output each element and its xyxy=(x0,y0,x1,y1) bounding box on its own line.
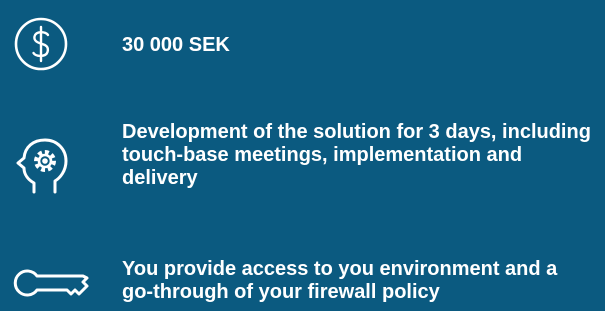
price-item: 30 000 SEK xyxy=(0,0,605,90)
access-text: You provide access to you environment an… xyxy=(122,258,558,303)
development-item: Development of the solution for 3 days, … xyxy=(0,110,605,220)
head-gear-icon xyxy=(16,138,68,194)
offer-panel: { "items": [ { "icon": "dollar-circle-ic… xyxy=(0,0,605,311)
development-text: Development of the solution for 3 days, … xyxy=(122,121,591,189)
dollar-circle-icon xyxy=(14,17,68,71)
access-item: You provide access to you environment an… xyxy=(0,240,605,311)
price-text: 30 000 SEK xyxy=(122,34,230,56)
key-icon xyxy=(13,269,89,297)
